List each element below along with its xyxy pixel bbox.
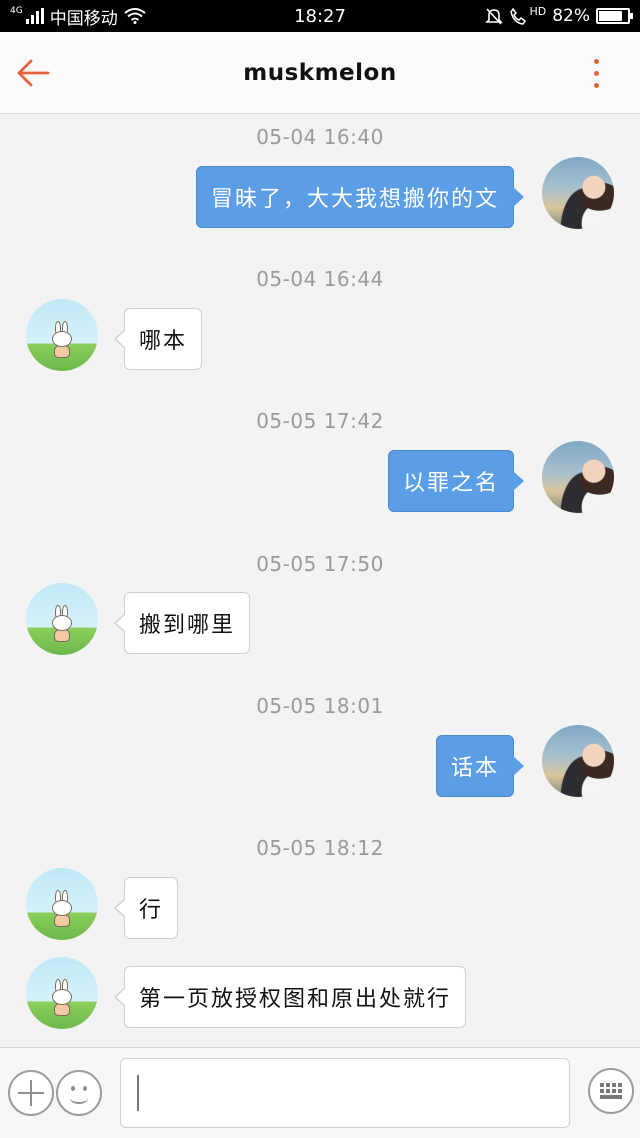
- bunny-avatar-icon: [50, 890, 74, 928]
- emoji-eye: [83, 1086, 87, 1091]
- status-bar: 4G 中国移动 18:27 HD 82%: [0, 0, 640, 32]
- message-bubble-received[interactable]: 搬到哪里: [113, 592, 251, 654]
- more-dot: [593, 82, 599, 88]
- battery-level: [599, 11, 622, 21]
- back-button[interactable]: [12, 52, 54, 94]
- input-bar: [0, 1047, 640, 1138]
- contact-avatar[interactable]: [26, 299, 98, 371]
- message-timestamp: 05-05 17:42: [256, 409, 384, 433]
- call-hd-icon: [510, 7, 527, 25]
- message-bubble-sent[interactable]: 话本: [435, 735, 525, 797]
- contact-avatar[interactable]: [26, 957, 98, 1029]
- chat-title: muskmelon: [243, 59, 397, 86]
- more-vertical-icon: [593, 58, 599, 64]
- message-bubble-sent[interactable]: 以罪之名: [387, 450, 525, 512]
- emoji-icon[interactable]: [56, 1070, 102, 1116]
- message-timestamp: 05-04 16:44: [256, 267, 384, 291]
- network-type: 4G: [10, 5, 23, 16]
- hd-label: HD: [529, 4, 547, 18]
- signal-icon: [25, 8, 44, 24]
- plus-icon[interactable]: [8, 1070, 54, 1116]
- battery-percent: 82%: [552, 6, 590, 26]
- message-bubble-received[interactable]: 行: [113, 877, 179, 939]
- status-right: HD 82%: [485, 4, 633, 26]
- keyboard-icon[interactable]: [588, 1068, 634, 1114]
- status-left: 4G 中国移动: [10, 4, 146, 29]
- message-timestamp: 05-05 18:12: [256, 836, 384, 860]
- contact-avatar[interactable]: [26, 868, 98, 940]
- bunny-avatar-icon: [50, 979, 74, 1017]
- my-avatar[interactable]: [542, 157, 614, 229]
- emoji-eye: [71, 1086, 75, 1091]
- message-bubble-received[interactable]: 哪本: [113, 308, 203, 370]
- more-options-button[interactable]: [586, 52, 606, 94]
- mute-bell-icon: [485, 8, 504, 25]
- chat-header: muskmelon: [0, 32, 640, 114]
- text-caret: [137, 1075, 139, 1111]
- message-bubble-sent[interactable]: 冒昧了，大大我想搬你的文: [195, 166, 525, 228]
- my-avatar[interactable]: [542, 441, 614, 513]
- bunny-avatar-icon: [50, 605, 74, 643]
- back-arrow-icon: [17, 59, 50, 87]
- message-timestamp: 05-04 16:40: [256, 125, 384, 149]
- message-bubble-received[interactable]: 第一页放授权图和原出处就行: [113, 966, 467, 1028]
- battery-icon: [596, 8, 633, 24]
- message-input[interactable]: [120, 1058, 570, 1128]
- bunny-avatar-icon: [50, 321, 74, 359]
- wifi-icon: [124, 8, 146, 24]
- message-timestamp: 05-05 17:50: [256, 552, 384, 576]
- more-dot: [593, 70, 599, 76]
- keyboard-keys: [600, 1083, 622, 1099]
- message-list[interactable]: 05-04 16:40 冒昧了，大大我想搬你的文 05-04 16:44 哪本 …: [0, 115, 640, 1047]
- carrier-name: 中国移动: [49, 8, 118, 29]
- message-timestamp: 05-05 18:01: [256, 694, 384, 718]
- my-avatar[interactable]: [542, 725, 614, 797]
- contact-avatar[interactable]: [26, 583, 98, 655]
- emoji-mouth: [70, 1092, 88, 1104]
